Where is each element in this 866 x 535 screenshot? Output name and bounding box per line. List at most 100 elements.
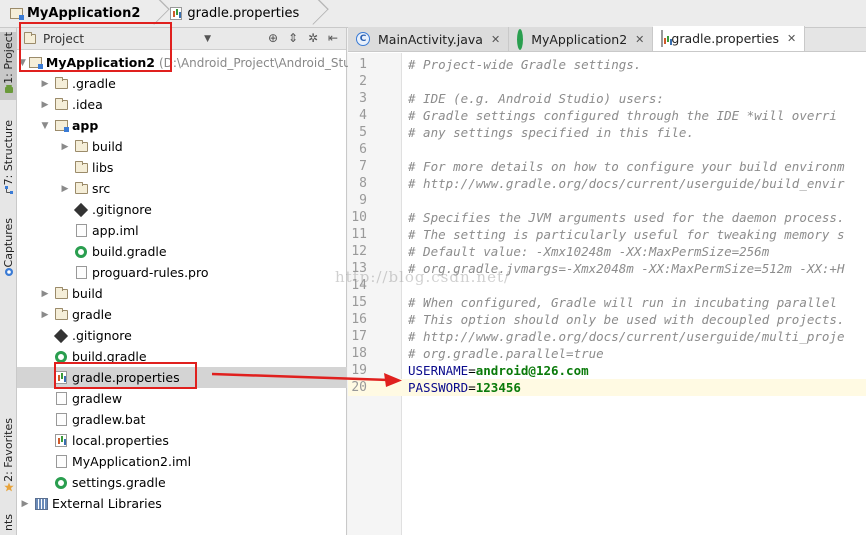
editor-tab[interactable]: gradle.properties ✕ (653, 26, 806, 51)
breadcrumb-file[interactable]: gradle.properties (166, 0, 309, 28)
annotation-highlight-gradle-properties (54, 362, 197, 389)
collapsed-arrow-icon[interactable]: ▶ (59, 184, 71, 194)
tree-item[interactable]: gradlew (17, 388, 347, 409)
code-comment-line: # Project-wide Gradle settings. (408, 57, 642, 72)
tree-item-label: src (92, 181, 111, 196)
hide-panel-icon[interactable]: ⇤ (326, 31, 340, 45)
code-comment-line: # Default value: -Xmx10248m -XX:MaxPermS… (408, 244, 770, 259)
editor-tab-label: MainActivity.java (378, 31, 483, 47)
code-comment-line: # http://www.gradle.org/docs/current/use… (408, 329, 845, 344)
git-icon (73, 202, 89, 217)
tree-item-label: local.properties (72, 433, 169, 448)
left-tool-strip: 1: Project 7: Structure Captures 2: Favo… (0, 28, 17, 535)
tree-item[interactable]: ▶ .idea (17, 94, 347, 115)
property-equals: = (468, 380, 476, 395)
tool-tab-variants[interactable]: nts (0, 514, 17, 534)
code-comment-line: # This option should only be used with d… (408, 312, 845, 327)
tree-item[interactable]: ▶ src (17, 178, 347, 199)
line-number: 8 (359, 176, 367, 191)
settings-gear-icon[interactable]: ✲ (306, 31, 320, 45)
collapsed-arrow-icon[interactable]: ▶ (39, 289, 51, 299)
line-number: 18 (351, 346, 367, 361)
tree-item[interactable]: ▼ app (17, 115, 347, 136)
code-property-line: USERNAME=android@126.com (408, 362, 589, 379)
file-icon (54, 455, 68, 469)
line-number: 17 (351, 329, 367, 344)
tree-item-label: gradle (72, 307, 112, 322)
tree-item[interactable]: .gitignore (17, 325, 347, 346)
tree-item-label: proguard-rules.pro (92, 265, 209, 280)
tree-item[interactable]: settings.gradle (17, 472, 347, 493)
tree-item[interactable]: ▶ .gradle (17, 73, 347, 94)
tool-tab-structure[interactable]: 7: Structure (0, 120, 17, 206)
close-icon[interactable]: ✕ (787, 32, 796, 45)
property-value: 123456 (475, 380, 521, 395)
tree-item[interactable]: MyApplication2.iml (17, 451, 347, 472)
tree-item[interactable]: build.gradle (17, 241, 347, 262)
collapsed-arrow-icon[interactable]: ▶ (59, 142, 71, 152)
tool-tab-project[interactable]: 1: Project (0, 32, 17, 100)
camera-icon (4, 268, 13, 277)
editor-tab[interactable]: MyApplication2 ✕ (509, 27, 654, 51)
tree-item-label: settings.gradle (72, 475, 166, 490)
collapsed-arrow-icon[interactable]: ▶ (39, 100, 51, 110)
gradle-icon (517, 28, 524, 50)
line-number: 3 (359, 91, 367, 106)
tree-item-label: app (72, 118, 99, 133)
module-folder-icon (54, 119, 69, 133)
line-number: 10 (351, 210, 367, 225)
line-number: 7 (359, 159, 367, 174)
tree-item[interactable]: ▶ build (17, 283, 347, 304)
tree-item[interactable]: ▶ External Libraries (17, 493, 347, 514)
folder-icon (74, 181, 88, 196)
scroll-from-source-icon[interactable]: ⊕ (266, 31, 280, 45)
line-number: 9 (359, 193, 367, 208)
editor-tab[interactable]: C MainActivity.java ✕ (348, 27, 510, 51)
tool-tab-favorites[interactable]: 2: Favorites (0, 418, 17, 502)
tree-item-label: build.gradle (92, 244, 167, 259)
collapse-all-icon[interactable]: ⇕ (286, 31, 300, 45)
tree-item-label: .gitignore (92, 202, 152, 217)
chevron-down-icon: ▼ (204, 33, 211, 44)
properties-file-icon (54, 434, 68, 448)
close-icon[interactable]: ✕ (491, 33, 500, 46)
line-number-gutter: 1 2 3 4 5 6 7 8 9 10 11 12 13 14 15 16 17 18 19 20 (348, 53, 402, 535)
breadcrumb-separator (309, 0, 319, 28)
collapsed-arrow-icon[interactable]: ▶ (39, 310, 51, 320)
tree-item[interactable]: ▶ gradle (17, 304, 347, 325)
annotation-arrow (212, 372, 402, 387)
tree-item[interactable]: .gitignore (17, 199, 347, 220)
tree-item[interactable]: ▶ build (17, 136, 347, 157)
editor-tabs: C MainActivity.java ✕ MyApplication2 ✕ gradle… (348, 26, 866, 52)
expanded-arrow-icon[interactable]: ▼ (39, 121, 51, 131)
collapsed-arrow-icon[interactable]: ▶ (19, 499, 31, 509)
code-editor[interactable]: # Project-wide Gradle settings. # IDE (e.… (402, 53, 866, 535)
tree-item-label: .gradle (72, 76, 116, 91)
gradle-icon (54, 476, 68, 490)
tree-item[interactable]: gradlew.bat (17, 409, 347, 430)
line-number: 4 (359, 108, 367, 123)
gradle-icon (74, 245, 88, 259)
property-key: PASSWORD (408, 380, 469, 395)
tree-item[interactable]: libs (17, 157, 347, 178)
tree-item[interactable]: app.iml (17, 220, 347, 241)
tree-item[interactable]: local.properties (17, 430, 347, 451)
property-value: android@126.com (475, 363, 589, 378)
project-tool-window: Project ▼ ⊕ ⇕ ✲ ⇤ ▼ MyApplication2 (D:\And… (17, 28, 351, 535)
star-icon (3, 482, 14, 492)
tree-item-label: gradlew (72, 391, 123, 406)
code-comment-line: # any settings specified in this file. (408, 125, 694, 140)
property-equals: = (468, 363, 476, 378)
properties-file-icon (661, 30, 664, 47)
code-comment-line: # http://www.gradle.org/docs/current/use… (408, 176, 845, 191)
collapsed-arrow-icon[interactable]: ▶ (39, 79, 51, 89)
java-class-icon: C (356, 32, 370, 46)
tree-item[interactable]: proguard-rules.pro (17, 262, 347, 283)
close-icon[interactable]: ✕ (635, 33, 644, 46)
line-number: 11 (351, 227, 367, 242)
file-icon (54, 392, 68, 406)
file-icon (54, 413, 68, 427)
line-number: 15 (351, 295, 367, 310)
tool-tab-captures[interactable]: Captures (0, 218, 17, 288)
folder-icon (74, 160, 88, 175)
